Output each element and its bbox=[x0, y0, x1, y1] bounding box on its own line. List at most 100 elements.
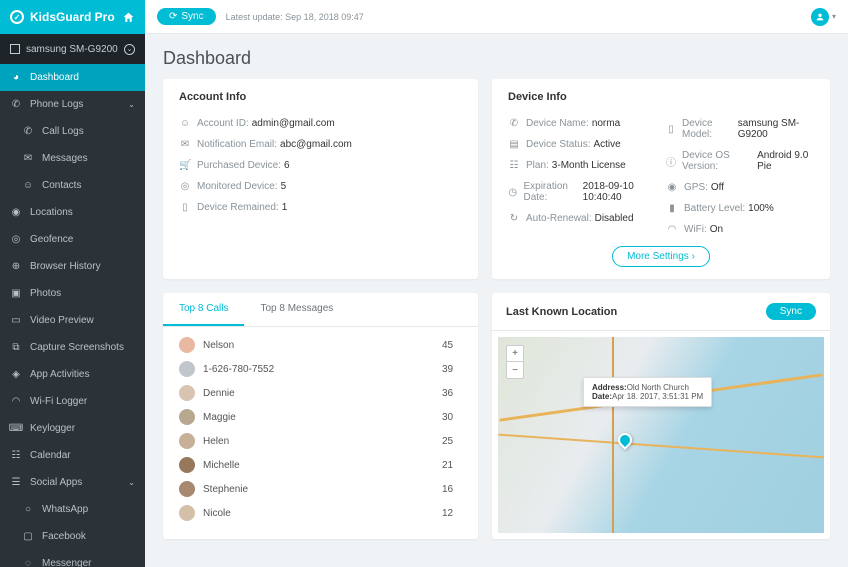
sidebar-item-contacts[interactable]: ☺Contacts bbox=[0, 172, 145, 199]
map-view[interactable]: + − Address:Old North Church Date:Apr 18… bbox=[498, 337, 824, 533]
nav-label: Video Preview bbox=[30, 315, 94, 326]
msg-icon: ✉ bbox=[22, 153, 34, 165]
info-value: Disabled bbox=[595, 213, 634, 224]
call-name: Maggie bbox=[203, 412, 283, 423]
call-name: Michelle bbox=[203, 460, 283, 471]
brand-bar: ✓ KidsGuard Pro bbox=[0, 0, 145, 34]
call-count: 36 bbox=[442, 388, 462, 399]
sidebar-item-capture-screenshots[interactable]: ⧉Capture Screenshots bbox=[0, 334, 145, 361]
home-icon[interactable] bbox=[122, 11, 135, 24]
call-count: 45 bbox=[442, 340, 462, 351]
info-value: norma bbox=[592, 118, 620, 129]
info-value: Android 9.0 Pie bbox=[757, 150, 814, 172]
sidebar-item-app-activities[interactable]: ◈App Activities bbox=[0, 361, 145, 388]
popup-date-label: Date: bbox=[592, 392, 612, 401]
sidebar-item-keylogger[interactable]: ⌨ Keylogger bbox=[0, 415, 145, 442]
stat-icon: ▤ bbox=[508, 139, 520, 150]
sidebar-item-photos[interactable]: ▣Photos bbox=[0, 280, 145, 307]
key-icon: ⌨ bbox=[10, 423, 22, 435]
nav-label: Social Apps bbox=[30, 477, 82, 488]
info-row: ✉Notification Email:abc@gmail.com bbox=[179, 134, 462, 155]
info-label: WiFi: bbox=[684, 224, 707, 235]
info-value: 5 bbox=[281, 181, 287, 192]
phone-icon: ✆ bbox=[22, 126, 34, 138]
chevron-down-icon: ⌄ bbox=[128, 478, 135, 487]
sidebar-item-calendar[interactable]: ☷Calendar bbox=[0, 442, 145, 469]
device-selector[interactable]: samsung SM-G9200 ⌄ bbox=[0, 34, 145, 64]
account-info-title: Account Info bbox=[179, 91, 462, 103]
avatar bbox=[179, 433, 195, 449]
info-label: Device Remained: bbox=[197, 202, 279, 213]
geo-icon: ◎ bbox=[10, 234, 22, 246]
sidebar-item-social-apps[interactable]: ☰Social Apps⌄ bbox=[0, 469, 145, 496]
info-value: 6 bbox=[284, 160, 290, 171]
wifi-icon: ◠ bbox=[10, 396, 22, 408]
device-selector-label: samsung SM-G9200 bbox=[26, 44, 118, 55]
sidebar-item-messages[interactable]: ✉Messages bbox=[0, 145, 145, 172]
pin-icon: ◉ bbox=[10, 207, 22, 219]
info-row: ⓘDevice OS Version:Android 9.0 Pie bbox=[666, 145, 814, 177]
sidebar-item-phone-logs[interactable]: ✆Phone Logs⌄ bbox=[0, 91, 145, 118]
sidebar-item-messenger[interactable]: ◌Messenger bbox=[0, 550, 145, 567]
refresh-icon: ⟳ bbox=[169, 11, 177, 22]
avatar bbox=[179, 457, 195, 473]
chevron-right-icon: › bbox=[692, 251, 695, 262]
user-chevron-icon[interactable]: ▾ bbox=[832, 12, 836, 21]
info-value: On bbox=[710, 224, 723, 235]
nav-label: Messenger bbox=[42, 558, 91, 567]
avatar bbox=[179, 481, 195, 497]
tab-top-messages[interactable]: Top 8 Messages bbox=[244, 293, 349, 326]
popup-date: Apr 18. 2017, 3:51:31 PM bbox=[612, 392, 703, 401]
topbar: ⟳ Sync Latest update: Sep 18, 2018 09:47… bbox=[145, 0, 848, 34]
info-value: samsung SM-G9200 bbox=[738, 118, 814, 140]
info-row: ▯Device Remained:1 bbox=[179, 197, 462, 218]
sidebar-item-geofence[interactable]: ◎Geofence bbox=[0, 226, 145, 253]
call-count: 30 bbox=[442, 412, 462, 423]
sidebar-item-video-preview[interactable]: ▭Video Preview bbox=[0, 307, 145, 334]
call-row: Dennie36 bbox=[179, 381, 462, 405]
sidebar-item-facebook[interactable]: ▢Facebook bbox=[0, 523, 145, 550]
sidebar-item-call-logs[interactable]: ✆ Call Logs bbox=[0, 118, 145, 145]
bat-icon: ▮ bbox=[666, 203, 678, 214]
more-settings-label: More Settings bbox=[627, 251, 689, 262]
call-name: Nelson bbox=[203, 340, 283, 351]
call-count: 21 bbox=[442, 460, 462, 471]
tab-top-calls[interactable]: Top 8 Calls bbox=[163, 293, 244, 326]
call-name: Nicole bbox=[203, 508, 283, 519]
phone-icon: ✆ bbox=[10, 99, 22, 111]
nav-label: Browser History bbox=[30, 261, 101, 272]
info-value: abc@gmail.com bbox=[280, 139, 352, 150]
nav-label: Locations bbox=[30, 207, 73, 218]
gps-icon: ◉ bbox=[666, 182, 678, 193]
mon-icon: ◎ bbox=[179, 181, 191, 192]
sidebar-item-wi-fi-logger[interactable]: ◠Wi-Fi Logger bbox=[0, 388, 145, 415]
user-avatar-icon[interactable] bbox=[811, 8, 829, 26]
sidebar-item-browser-history[interactable]: ⊕Browser History bbox=[0, 253, 145, 280]
plan-icon: ☷ bbox=[508, 160, 520, 171]
info-row: ▯Device Model:samsung SM-G9200 bbox=[666, 113, 814, 145]
sidebar-item-locations[interactable]: ◉ Locations bbox=[0, 199, 145, 226]
ren-icon: ↻ bbox=[508, 213, 520, 224]
zoom-out-button[interactable]: − bbox=[507, 362, 523, 378]
map-sync-button[interactable]: Sync bbox=[766, 303, 816, 320]
info-label: Battery Level: bbox=[684, 203, 745, 214]
info-row: ↻Auto-Renewal:Disabled bbox=[508, 208, 656, 229]
nav-label: Keylogger bbox=[30, 423, 75, 434]
device-info-card: Device Info ✆Device Name:norma▤Device St… bbox=[492, 79, 830, 279]
zoom-in-button[interactable]: + bbox=[507, 346, 523, 362]
call-name: 1-626-780-7552 bbox=[203, 364, 283, 375]
avatar bbox=[179, 505, 195, 521]
sidebar-item-whatsapp[interactable]: ○WhatsApp bbox=[0, 496, 145, 523]
info-row: 🛒Purchased Device:6 bbox=[179, 155, 462, 176]
brand-name: KidsGuard Pro bbox=[30, 10, 115, 24]
device-info-title: Device Info bbox=[508, 91, 814, 103]
more-settings-button[interactable]: More Settings › bbox=[612, 246, 710, 267]
info-label: Plan: bbox=[526, 160, 549, 171]
sidebar-item-dashboard[interactable]: ◕Dashboard bbox=[0, 64, 145, 91]
chevron-down-icon: ⌄ bbox=[124, 44, 135, 55]
sync-button[interactable]: ⟳ Sync bbox=[157, 8, 216, 25]
avatar bbox=[179, 337, 195, 353]
info-label: Notification Email: bbox=[197, 139, 277, 150]
info-label: Expiration Date: bbox=[523, 181, 579, 203]
nav-label: Call Logs bbox=[42, 126, 84, 137]
